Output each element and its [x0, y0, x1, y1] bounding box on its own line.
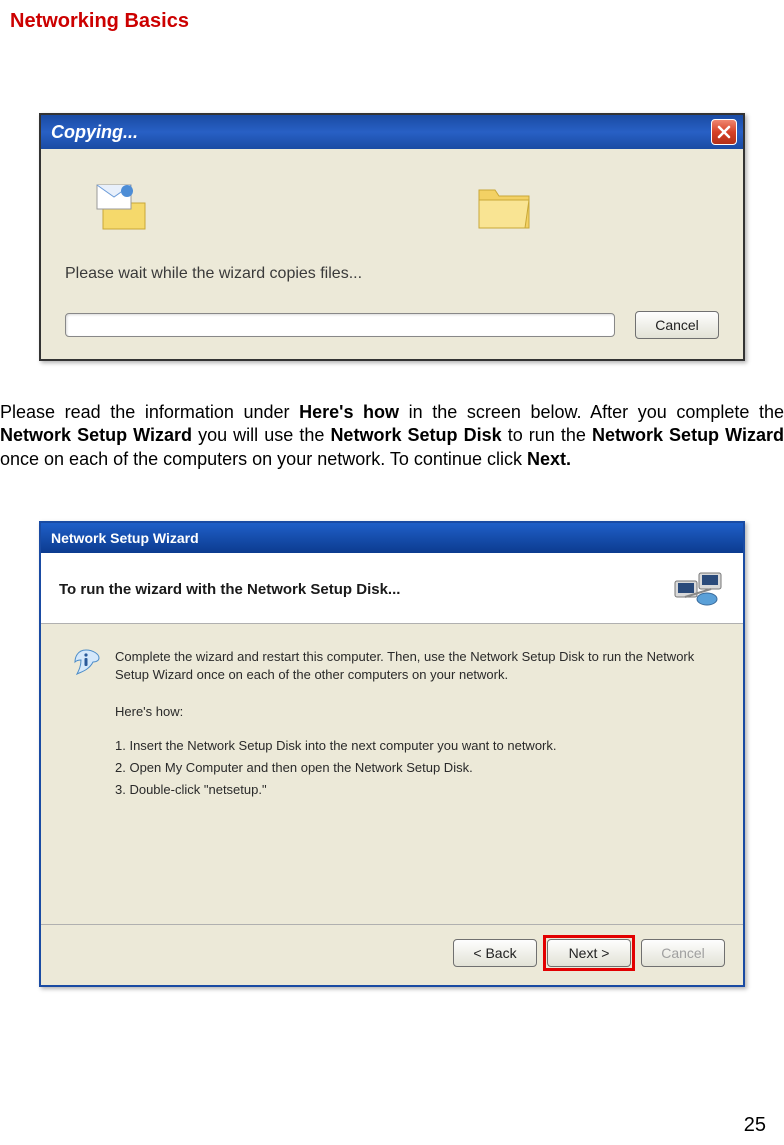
copying-dialog: Copying... Please wait while the [39, 113, 745, 361]
wizard-step-1: 1. Insert the Network Setup Disk into th… [115, 735, 713, 757]
instr-bold: Network Setup Wizard [592, 425, 784, 445]
wizard-footer: < Back Next > Cancel [41, 924, 743, 985]
folder-icon [475, 182, 533, 232]
next-button-highlight: Next > [547, 939, 631, 967]
wizard-step-2: 2. Open My Computer and then open the Ne… [115, 757, 713, 779]
next-button[interactable]: Next > [547, 939, 631, 967]
instr-seg: you will use the [192, 425, 330, 445]
copying-title-text: Copying... [51, 122, 138, 143]
instr-bold: Network Setup Disk [330, 425, 501, 445]
copying-titlebar: Copying... [41, 115, 743, 149]
cancel-button[interactable]: Cancel [635, 311, 719, 339]
progress-bar [65, 313, 615, 337]
next-button-label: Next > [569, 945, 610, 961]
wizard-intro-text: Complete the wizard and restart this com… [115, 648, 713, 684]
instr-bold: Network Setup Wizard [0, 425, 192, 445]
wizard-title-text: Network Setup Wizard [51, 530, 199, 546]
envelope-folder-icon [95, 181, 155, 233]
wizard-dialog: Network Setup Wizard To run the wizard w… [39, 521, 745, 987]
wizard-hereshow: Here's how: [115, 701, 713, 723]
copying-progress-row: Cancel [65, 311, 719, 339]
wizard-titlebar: Network Setup Wizard [41, 523, 743, 553]
instr-bold: Here's how [299, 402, 399, 422]
wizard-header-title: To run the wizard with the Network Setup… [59, 581, 400, 598]
page-title: Networking Basics [10, 10, 784, 33]
back-button-label: < Back [473, 945, 516, 961]
copying-icons-row [95, 177, 719, 237]
instr-bold: Next. [527, 449, 571, 469]
wizard-header: To run the wizard with the Network Setup… [41, 553, 743, 624]
copying-body: Please wait while the wizard copies file… [41, 149, 743, 359]
network-computers-icon [673, 569, 725, 609]
wizard-step-3: 3. Double-click "netsetup." [115, 779, 713, 801]
instr-seg: Please read the information under [0, 402, 299, 422]
cancel-button-wizard: Cancel [641, 939, 725, 967]
instr-seg: once on each of the computers on your ne… [0, 449, 527, 469]
copying-message: Please wait while the wizard copies file… [65, 265, 719, 283]
instr-seg: to run the [502, 425, 592, 445]
back-button[interactable]: < Back [453, 939, 537, 967]
page-number: 25 [744, 1114, 766, 1137]
wizard-body: Complete the wizard and restart this com… [41, 624, 743, 924]
instructions-paragraph: Please read the information under Here's… [0, 401, 784, 471]
instr-seg: in the screen below. After you complete … [399, 402, 784, 422]
info-icon [71, 648, 101, 678]
close-icon[interactable] [711, 119, 737, 145]
wizard-intro-row: Complete the wizard and restart this com… [71, 648, 713, 684]
